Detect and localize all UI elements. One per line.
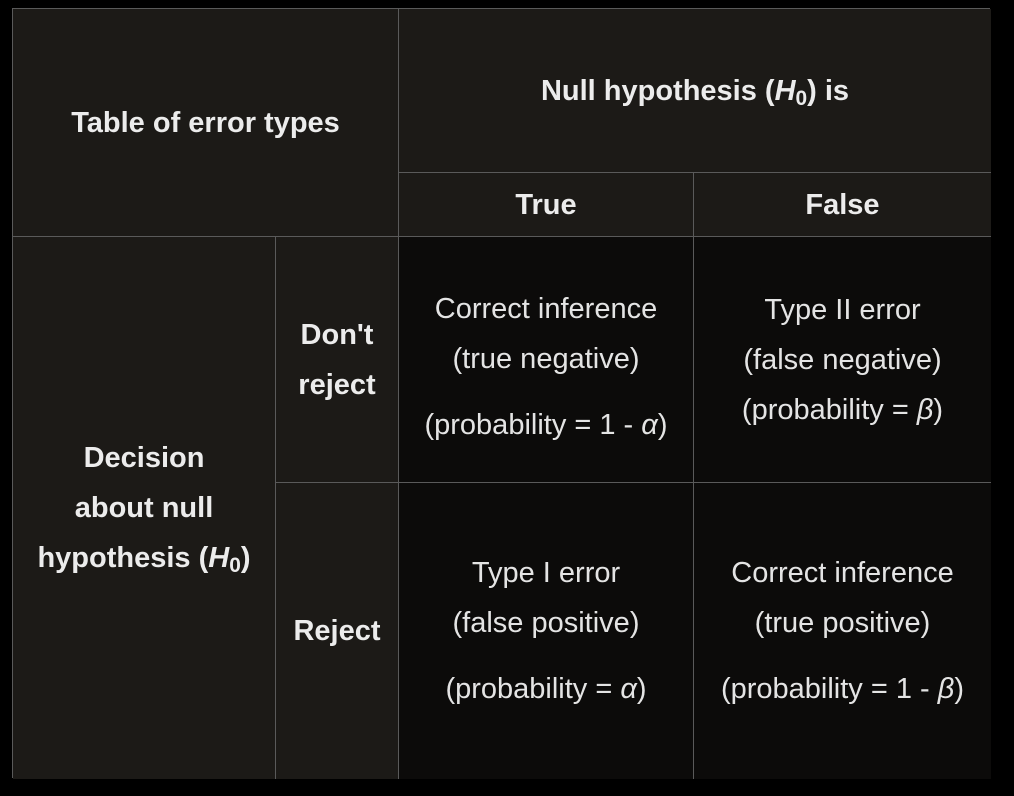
row-label-reject: Reject [293, 615, 381, 647]
cell-subtitle: (true negative) [452, 342, 640, 375]
row-label-dont-reject: Don't reject [298, 318, 376, 401]
cell-title: Correct inference [434, 292, 658, 325]
cell-title: Type II error [764, 293, 921, 326]
cell-probability: (probability = 1 - β) [720, 673, 965, 705]
cell-dont-reject-true: Correct inference (true negative) (proba… [399, 237, 694, 483]
cell-reject-false: Correct inference (true positive) (proba… [694, 483, 991, 779]
table-title-cell: Table of error types [13, 9, 399, 237]
column-label-false: False [805, 188, 880, 221]
row-header-reject: Reject [276, 483, 399, 779]
table-title: Table of error types [71, 106, 340, 139]
cell-title: Type I error [471, 557, 621, 589]
row-header-dont-reject: Don't reject [276, 237, 399, 483]
cell-dont-reject-false: Type II error (false negative) (probabil… [694, 237, 991, 483]
cell-probability: (probability = α) [445, 673, 647, 705]
cell-title: Correct inference [731, 557, 954, 589]
column-header-true: True [399, 173, 694, 237]
cell-probability: (probability = β) [741, 393, 944, 426]
null-hypothesis-label: Null hypothesis (H0) is [540, 74, 850, 110]
decision-header: Decision about null hypothesis (H0) [13, 237, 276, 779]
column-label-true: True [515, 188, 577, 221]
error-types-table: Table of error types Null hypothesis (H0… [12, 8, 991, 779]
cell-subtitle: (false negative) [743, 343, 942, 376]
column-header-false: False [694, 173, 991, 237]
null-hypothesis-header: Null hypothesis (H0) is [399, 9, 991, 173]
cell-subtitle: (true positive) [754, 607, 931, 639]
cell-reject-true: Type I error (false positive) (probabili… [399, 483, 694, 779]
decision-line-2: about null [74, 492, 214, 524]
decision-line-3: hypothesis (H0) [37, 542, 251, 578]
cell-probability: (probability = 1 - α) [424, 408, 668, 441]
cell-subtitle: (false positive) [452, 607, 640, 639]
decision-line-1: Decision [83, 442, 205, 474]
